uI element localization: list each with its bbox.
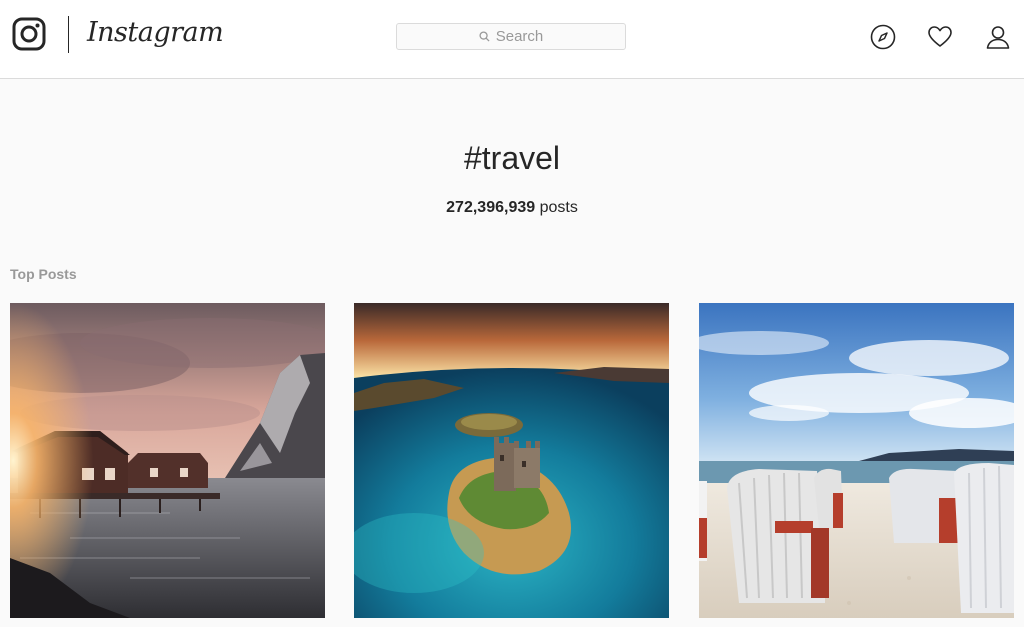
beach-chairs-image	[699, 303, 1014, 618]
instagram-wordmark[interactable]: Instagram	[87, 13, 224, 53]
top-navigation-bar: Instagram Search	[0, 0, 1024, 79]
profile-icon[interactable]	[985, 24, 1011, 50]
post-count-label: posts	[539, 199, 578, 216]
post-count-number: 272,396,939	[446, 199, 536, 216]
hashtag-title: #travel	[463, 140, 561, 176]
post-thumbnail[interactable]	[699, 303, 1014, 618]
island-castle-image	[354, 303, 669, 618]
heart-icon[interactable]	[927, 24, 953, 50]
logo-divider	[68, 16, 69, 53]
search-input[interactable]: Search	[396, 23, 626, 50]
instagram-glyph-icon[interactable]	[12, 17, 46, 51]
compass-icon[interactable]	[870, 24, 896, 50]
search-placeholder: Search	[495, 28, 544, 45]
post-count: 272,396,939 posts	[0, 197, 1024, 219]
post-thumbnail[interactable]	[10, 303, 325, 618]
search-icon	[479, 31, 490, 42]
post-thumbnail[interactable]	[354, 303, 669, 618]
fjord-cabins-image	[10, 303, 325, 618]
top-posts-heading: Top Posts	[10, 266, 77, 282]
